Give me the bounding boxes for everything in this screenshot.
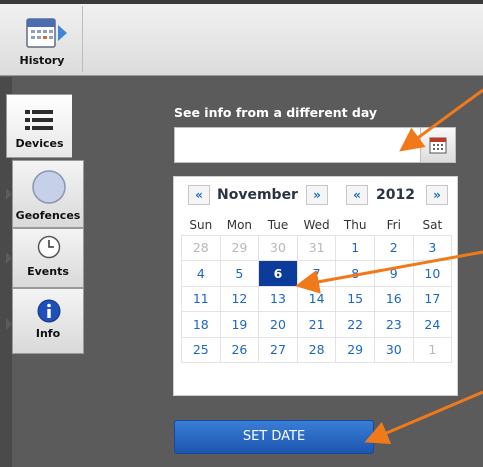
date-input[interactable] [174, 127, 420, 163]
day-cell[interactable]: 1 [335, 234, 375, 261]
day-cell[interactable]: 8 [335, 260, 375, 287]
calendar-icon [26, 18, 67, 48]
day-cell[interactable]: 4 [181, 260, 221, 287]
weekday-row: Sun Mon Tue Wed Thu Fri Sat [182, 215, 452, 235]
day-cell[interactable]: 24 [412, 311, 453, 338]
day-cell[interactable]: 19 [219, 311, 260, 338]
list-icon [25, 110, 53, 130]
week-row: 18 19 20 21 22 23 24 [181, 311, 453, 338]
day-cell[interactable]: 9 [373, 260, 414, 287]
calendar-grid: Sun Mon Tue Wed Thu Fri Sat 28 29 30 31 … [181, 215, 453, 363]
tab-events[interactable]: Events [12, 228, 84, 288]
window-frame [0, 0, 483, 4]
day-cell[interactable]: 29 [219, 234, 260, 261]
day-cell[interactable]: 11 [181, 285, 221, 312]
day-cell[interactable]: 28 [296, 336, 337, 363]
calendar-button[interactable] [420, 127, 456, 163]
tab-devices-label: Devices [15, 137, 64, 150]
calendar-icon [429, 137, 447, 154]
day-cell[interactable]: 20 [258, 311, 298, 338]
circle-icon [32, 170, 66, 204]
clock-icon [37, 235, 61, 259]
day-cell[interactable]: 21 [296, 311, 337, 338]
tab-geofences[interactable]: Geofences [12, 160, 84, 228]
annotation-arrow [364, 390, 483, 445]
day-cell[interactable]: 5 [219, 260, 260, 287]
weekday-label: Fri [386, 217, 401, 232]
next-month-button[interactable]: » [306, 185, 328, 205]
tab-info[interactable]: Info [12, 288, 84, 354]
day-cell[interactable]: 10 [412, 260, 453, 287]
day-cell[interactable]: 2 [373, 234, 414, 261]
weekday-label: Wed [303, 217, 330, 232]
day-cell[interactable]: 3 [412, 234, 453, 261]
day-cell[interactable]: 1 [412, 336, 453, 363]
week-row: 25 26 27 28 29 30 1 [181, 336, 453, 363]
tab-info-label: Info [35, 327, 61, 340]
weekday-label: Thu [343, 217, 367, 232]
day-cell[interactable]: 13 [258, 285, 298, 312]
tab-geofences-label: Geofences [15, 209, 81, 222]
day-cell-selected[interactable]: 6 [258, 260, 298, 287]
day-cell[interactable]: 28 [181, 234, 221, 261]
panel-title: See info from a different day [174, 105, 378, 120]
day-cell[interactable]: 7 [296, 260, 337, 287]
weekday-label: Sat [422, 217, 443, 232]
day-cell[interactable]: 23 [373, 311, 414, 338]
tab-events-label: Events [27, 265, 69, 278]
tab-notch [6, 188, 12, 200]
day-cell[interactable]: 29 [335, 336, 375, 363]
day-cell[interactable]: 25 [181, 336, 221, 363]
day-cell[interactable]: 16 [373, 285, 414, 312]
set-date-button[interactable]: SET DATE [174, 420, 374, 454]
date-picker: « November » « 2012 » Sun Mon Tue Wed Th… [173, 176, 458, 396]
day-cell[interactable]: 27 [258, 336, 298, 363]
info-icon [37, 299, 61, 323]
week-row: 11 12 13 14 15 16 17 [181, 285, 453, 312]
next-year-button[interactable]: » [426, 185, 448, 205]
tab-notch [6, 318, 12, 330]
weekday-label: Sun [189, 217, 213, 232]
day-cell[interactable]: 26 [219, 336, 260, 363]
week-row: 4 5 6 7 8 9 10 [181, 260, 453, 287]
weekday-label: Mon [226, 217, 253, 232]
day-cell[interactable]: 12 [219, 285, 260, 312]
prev-month-button[interactable]: « [188, 185, 210, 205]
day-cell[interactable]: 18 [181, 311, 221, 338]
history-button[interactable]: History [11, 6, 83, 72]
day-cell[interactable]: 14 [296, 285, 337, 312]
day-cell[interactable]: 31 [296, 234, 337, 261]
tab-notch [6, 252, 12, 264]
day-cell[interactable]: 22 [335, 311, 375, 338]
top-toolbar: History [0, 0, 483, 76]
month-label: November [217, 187, 298, 203]
week-row: 28 29 30 31 1 2 3 [181, 234, 453, 261]
weekday-label: Tue [267, 217, 289, 232]
day-cell[interactable]: 17 [412, 285, 453, 312]
day-cell[interactable]: 30 [373, 336, 414, 363]
history-label: History [19, 54, 65, 67]
day-cell[interactable]: 30 [258, 234, 298, 261]
day-cell[interactable]: 15 [335, 285, 375, 312]
tab-devices[interactable]: Devices [6, 94, 72, 158]
year-label: 2012 [376, 187, 415, 203]
prev-year-button[interactable]: « [346, 185, 368, 205]
